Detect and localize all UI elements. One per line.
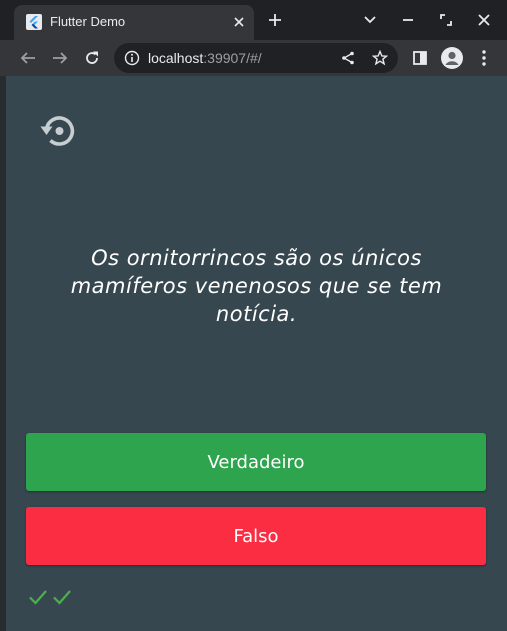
url-path: :39907/#/ xyxy=(203,50,262,66)
browser-window: Flutter Demo localhost:39907/#/ Os ornit… xyxy=(0,0,507,631)
share-icon[interactable] xyxy=(338,48,358,68)
side-panel-icon[interactable] xyxy=(408,46,432,70)
quiz-app: Os ornitorrincos são os únicos mamíferos… xyxy=(6,76,507,631)
close-window-icon[interactable] xyxy=(474,10,494,30)
arrow-right-icon[interactable] xyxy=(48,46,72,70)
check-icon xyxy=(52,588,72,606)
url-text: localhost:39907/#/ xyxy=(148,50,262,66)
false-button[interactable]: Falso xyxy=(26,507,486,565)
reload-icon[interactable] xyxy=(80,46,104,70)
check-icon xyxy=(28,588,48,606)
true-button-label: Verdadeiro xyxy=(207,451,305,473)
address-bar[interactable]: localhost:39907/#/ xyxy=(114,43,398,73)
url-host: localhost xyxy=(148,50,204,66)
score-keeper xyxy=(28,588,72,606)
page-viewport: Os ornitorrincos são os únicos mamíferos… xyxy=(0,76,507,631)
true-button[interactable]: Verdadeiro xyxy=(26,433,486,491)
browser-toolbar: localhost:39907/#/ xyxy=(0,40,507,76)
flutter-logo-icon xyxy=(26,14,42,30)
false-button-label: Falso xyxy=(233,525,279,547)
minimize-icon[interactable] xyxy=(398,10,418,30)
arrow-left-icon[interactable] xyxy=(16,46,40,70)
restart-icon[interactable] xyxy=(38,110,80,152)
tab-strip: Flutter Demo xyxy=(0,0,507,40)
restore-icon[interactable] xyxy=(436,10,456,30)
kebab-menu-icon[interactable] xyxy=(472,46,496,70)
star-icon[interactable] xyxy=(370,48,390,68)
avatar-icon[interactable] xyxy=(440,46,464,70)
tab-title: Flutter Demo xyxy=(50,14,126,29)
plus-icon[interactable] xyxy=(265,10,285,30)
info-icon[interactable] xyxy=(124,50,140,66)
tab-flutter-demo[interactable]: Flutter Demo xyxy=(14,5,254,40)
chevron-down-icon[interactable] xyxy=(360,10,380,30)
close-icon[interactable] xyxy=(230,13,248,31)
question-text: Os ornitorrincos são os únicos mamíferos… xyxy=(70,246,443,326)
